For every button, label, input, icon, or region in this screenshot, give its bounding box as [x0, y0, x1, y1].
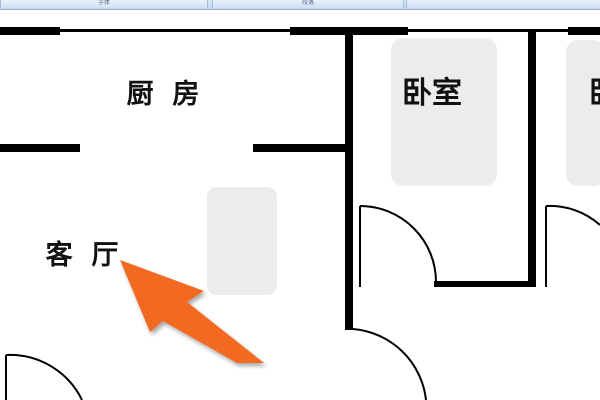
bedroom-bed [391, 38, 497, 186]
kitchen-partition-left [0, 144, 80, 152]
entry-door[interactable] [352, 328, 427, 400]
bedroom-door[interactable] [359, 205, 437, 287]
top-wall [0, 27, 600, 35]
bedroom-2-bed [566, 40, 600, 186]
kitchen-partition-right [253, 144, 345, 152]
central-wall-upper [345, 31, 353, 285]
bedroom-bottom-wall [434, 281, 531, 287]
living-room-door[interactable] [5, 353, 83, 400]
floor-plan-drawing: 厨 房 卧室 卧 客 厅 [0, 27, 600, 400]
bedroom-2-door[interactable] [545, 204, 600, 287]
bedroom-label: 卧室 [402, 76, 462, 111]
living-room-label: 客 厅 [46, 239, 119, 271]
floor-plan-canvas: 字体 段落 厨 房 卧室 客 厅 [0, 0, 600, 400]
central-wall-lower [345, 285, 353, 330]
bedroom-2-label: 卧 [589, 76, 600, 111]
bedroom-divider-wall [528, 31, 536, 287]
kitchen-label: 厨 房 [127, 79, 200, 110]
living-room-cabinet [207, 187, 277, 295]
